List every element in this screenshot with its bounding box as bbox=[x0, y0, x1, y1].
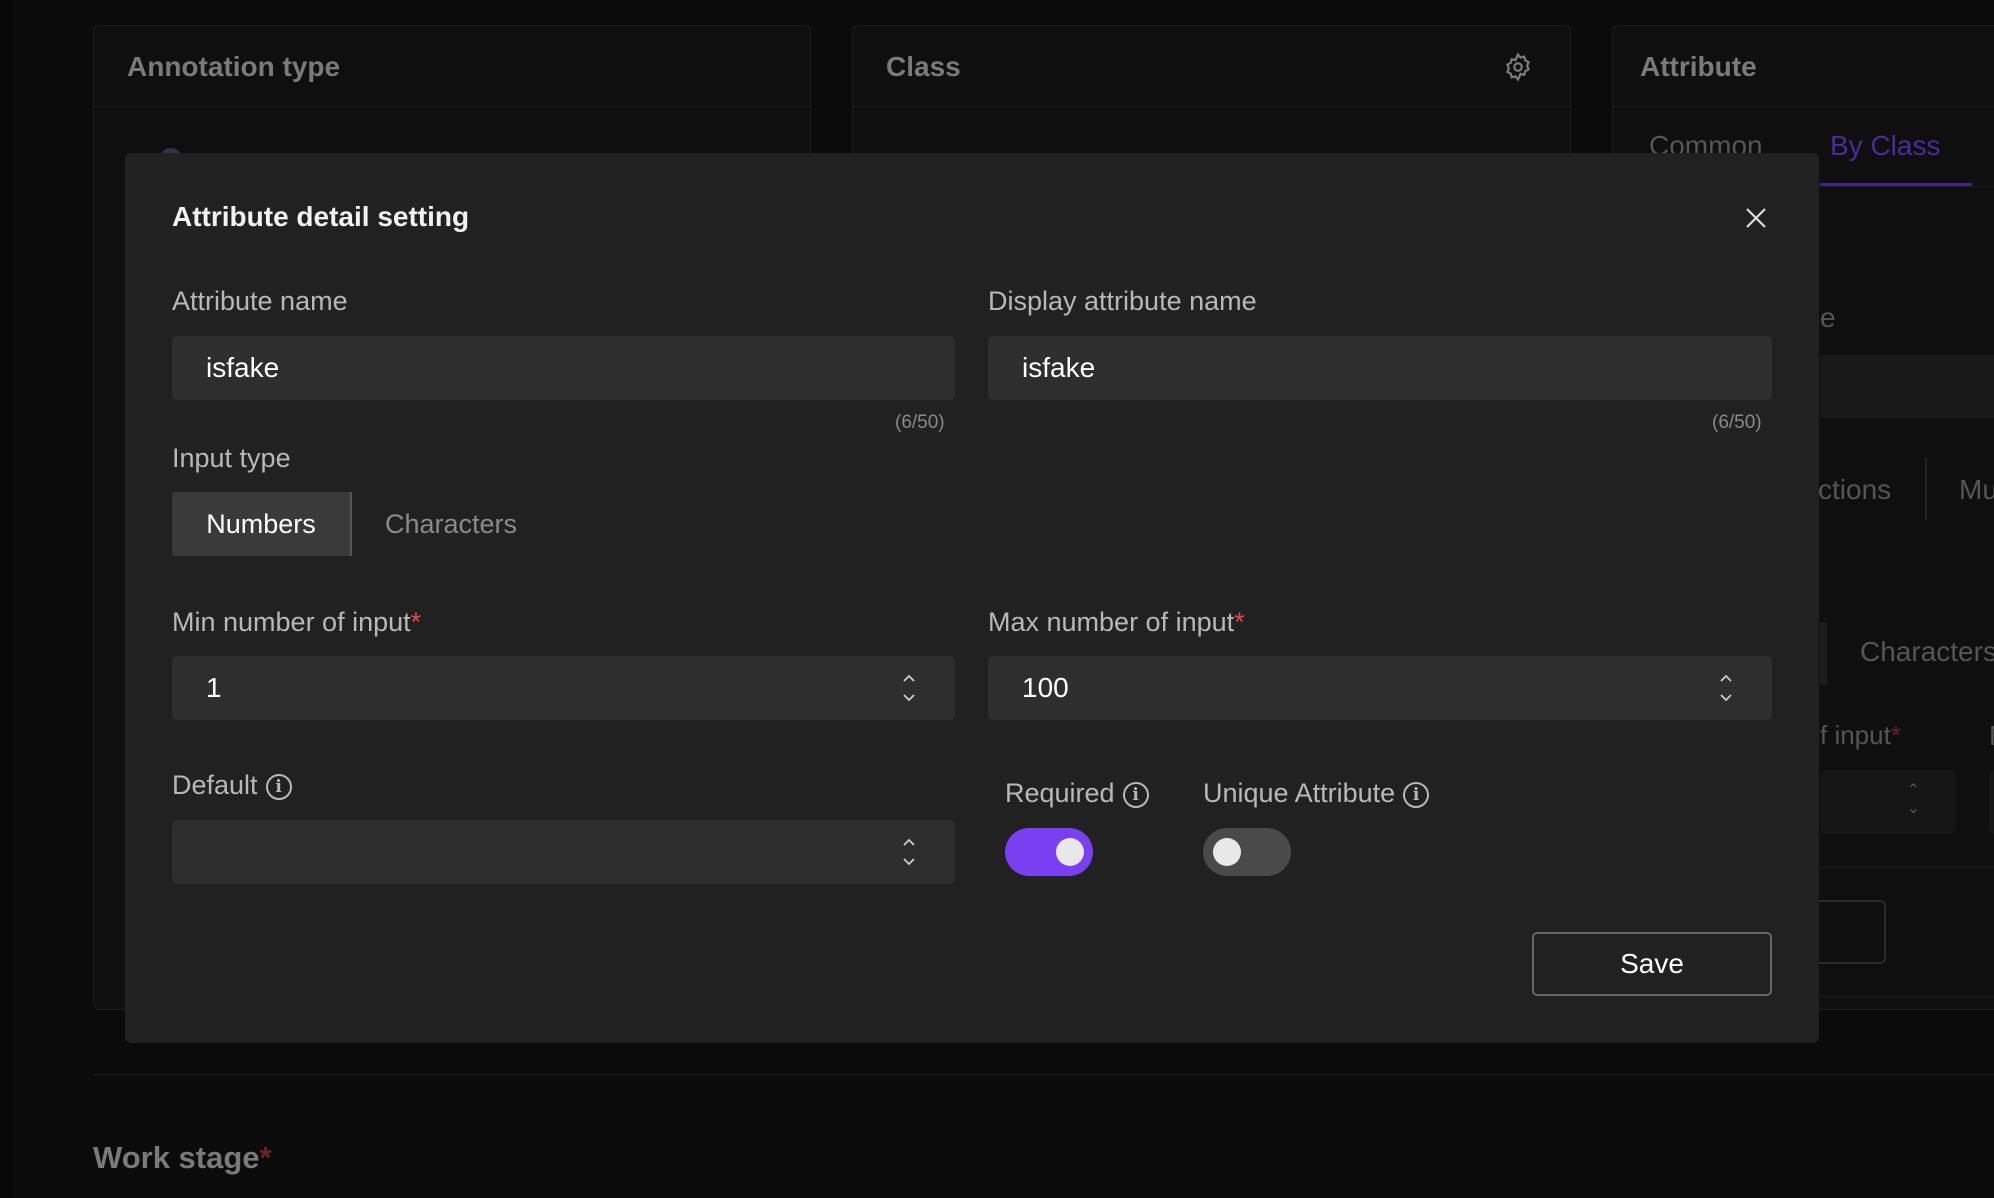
max-number-input[interactable]: 100 bbox=[988, 656, 1772, 720]
work-stage-heading: Work stage* bbox=[93, 1140, 272, 1175]
default-label: Default i bbox=[172, 770, 292, 801]
panel-title: Attribute bbox=[1640, 51, 1757, 82]
close-icon[interactable] bbox=[1745, 207, 1767, 229]
stepper-icon[interactable] bbox=[901, 670, 917, 706]
bg-number-input: ⌃ ⌄ bbox=[1820, 770, 1956, 834]
bg-input bbox=[1820, 355, 1994, 418]
input-type-label: Input type bbox=[172, 443, 291, 473]
input-type-numbers[interactable]: Numbers bbox=[172, 492, 352, 556]
stepper-icon[interactable] bbox=[1718, 670, 1734, 706]
max-label: Max number of input* bbox=[988, 607, 1245, 637]
bg-button bbox=[1813, 900, 1886, 964]
attribute-detail-modal: Attribute detail setting Attribute name … bbox=[125, 153, 1819, 1043]
attribute-name-counter: (6/50) bbox=[895, 412, 945, 433]
save-button[interactable]: Save bbox=[1532, 932, 1772, 996]
attribute-name-input[interactable]: isfake bbox=[172, 336, 955, 400]
left-strip bbox=[0, 0, 13, 1198]
display-attribute-name-label: Display attribute name bbox=[988, 286, 1257, 316]
required-label: Required i bbox=[1005, 778, 1149, 809]
panel-title: Annotation type bbox=[127, 51, 341, 82]
attribute-name-label: Attribute name bbox=[172, 286, 348, 316]
unique-attribute-toggle[interactable] bbox=[1203, 828, 1291, 876]
required-toggle[interactable] bbox=[1005, 828, 1093, 876]
panel-title: Class bbox=[886, 51, 961, 82]
display-attribute-name-counter: (6/50) bbox=[1712, 412, 1762, 433]
unique-attribute-label: Unique Attribute i bbox=[1203, 778, 1430, 809]
tab-by-class[interactable]: By Class bbox=[1830, 130, 1940, 162]
info-icon[interactable]: i bbox=[265, 773, 292, 800]
modal-title: Attribute detail setting bbox=[172, 201, 470, 232]
min-label: Min number of input* bbox=[172, 607, 422, 637]
gear-icon[interactable] bbox=[1503, 52, 1533, 82]
default-input[interactable] bbox=[172, 820, 955, 884]
input-type-characters[interactable]: Characters bbox=[385, 492, 517, 556]
display-attribute-name-input[interactable]: isfake bbox=[988, 336, 1772, 400]
info-icon[interactable]: i bbox=[1122, 781, 1149, 808]
info-icon[interactable]: i bbox=[1403, 781, 1430, 808]
min-number-input[interactable]: 1 bbox=[172, 656, 955, 720]
stepper-icon[interactable] bbox=[901, 834, 917, 870]
